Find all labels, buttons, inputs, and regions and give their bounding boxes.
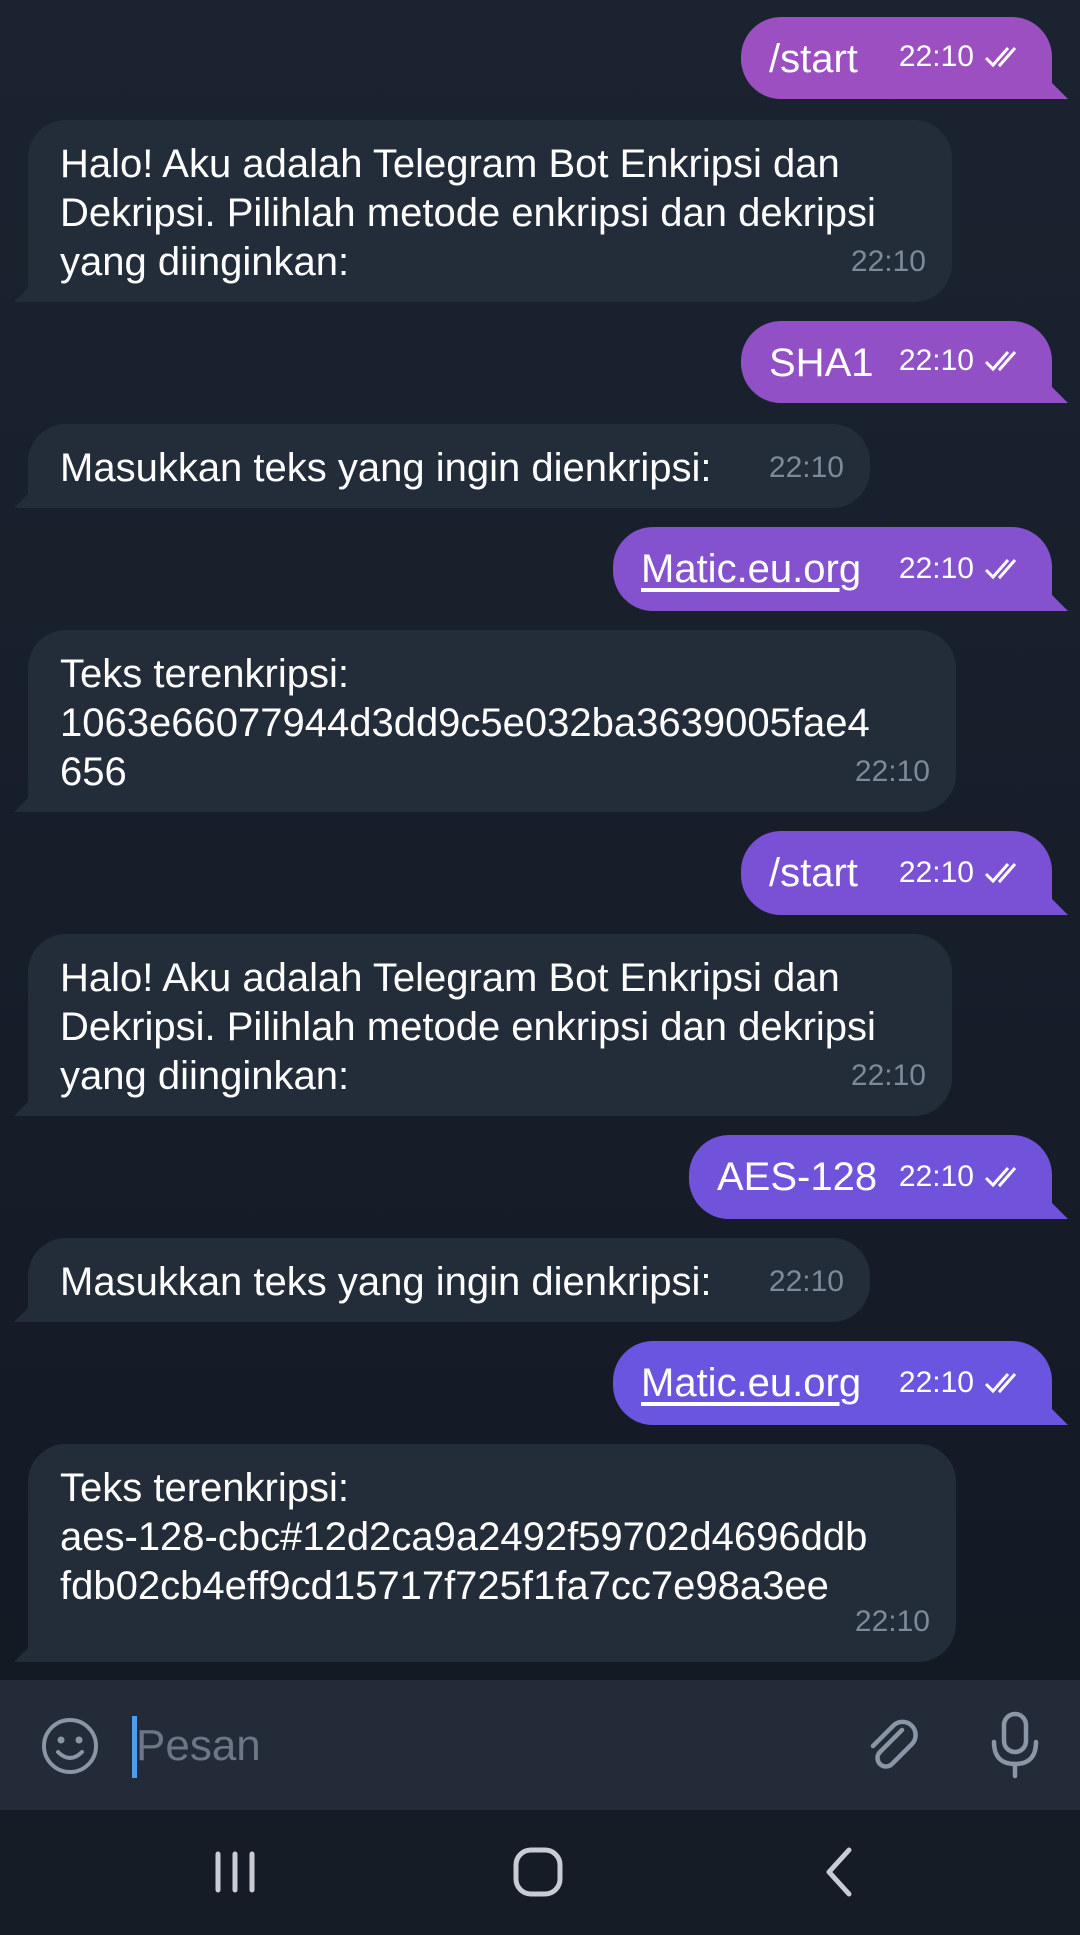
message-meta: 22:10 <box>899 1152 1026 1201</box>
message-incoming[interactable]: Halo! Aku adalah Telegram Bot Enkripsi d… <box>28 120 952 302</box>
message-outgoing[interactable]: SHA1 22:10 <box>741 321 1052 403</box>
message-time: 22:10 <box>854 1605 930 1638</box>
message-time: 22:10 <box>898 552 974 585</box>
message-time: 22:10 <box>854 755 930 788</box>
message-text: Masukkan teks yang ingin dienkripsi: <box>60 1260 712 1304</box>
back-icon[interactable] <box>805 1842 875 1902</box>
message-time: 22:10 <box>898 856 974 889</box>
message-outgoing[interactable]: /start 22:10 <box>741 17 1052 99</box>
message-outgoing[interactable]: Matic.eu.org 22:10 <box>613 1341 1052 1425</box>
message-composer <box>0 1680 1080 1810</box>
paperclip-icon[interactable] <box>862 1714 924 1776</box>
message-text: Masukkan teks yang ingin dienkripsi: <box>60 446 712 490</box>
message-time: 22:10 <box>898 1366 974 1399</box>
message-input[interactable] <box>132 1710 818 1782</box>
emoji-icon[interactable] <box>40 1716 100 1776</box>
message-meta: 22:10 <box>899 336 1026 385</box>
message-incoming[interactable]: Halo! Aku adalah Telegram Bot Enkripsi d… <box>28 934 952 1116</box>
message-time: 22:10 <box>768 451 844 484</box>
message-text: Halo! Aku adalah Telegram Bot Enkripsi d… <box>60 956 876 1098</box>
double-check-icon <box>984 862 1017 883</box>
message-time: 22:10 <box>898 1160 974 1193</box>
double-check-icon <box>984 350 1017 371</box>
message-text: /start <box>769 37 858 81</box>
double-check-icon <box>984 558 1017 579</box>
message-text: AES-128 <box>717 1155 878 1199</box>
recent-apps-icon[interactable] <box>200 1842 270 1902</box>
message-text: Halo! Aku adalah Telegram Bot Enkripsi d… <box>60 142 876 284</box>
system-navigation-bar <box>0 1810 1080 1935</box>
message-text: /start <box>769 851 858 895</box>
message-link[interactable]: Matic.eu.org <box>641 547 861 591</box>
double-check-icon <box>984 1166 1017 1187</box>
message-text: SHA1 <box>769 341 874 385</box>
message-incoming[interactable]: Teks terenkripsi: 1063e66077944d3dd9c5e0… <box>28 630 956 812</box>
microphone-icon[interactable] <box>986 1710 1044 1780</box>
double-check-icon <box>984 1372 1017 1393</box>
message-outgoing[interactable]: Matic.eu.org 22:10 <box>613 527 1052 611</box>
message-text: Teks terenkripsi: 1063e66077944d3dd9c5e0… <box>60 652 870 794</box>
home-icon[interactable] <box>503 1842 573 1902</box>
message-time: 22:10 <box>850 1059 926 1092</box>
message-incoming[interactable]: Masukkan teks yang ingin dienkripsi: 22:… <box>28 424 870 508</box>
message-meta: 22:10 <box>899 32 1026 81</box>
message-meta: 22:10 <box>899 1358 1026 1407</box>
message-link[interactable]: Matic.eu.org <box>641 1361 861 1405</box>
message-time: 22:10 <box>850 245 926 278</box>
double-check-icon <box>984 46 1017 67</box>
message-outgoing[interactable]: AES-128 22:10 <box>689 1135 1052 1219</box>
message-meta: 22:10 <box>899 848 1026 897</box>
message-time: 22:10 <box>768 1265 844 1298</box>
message-incoming[interactable]: Teks terenkripsi: aes-128-cbc#12d2ca9a24… <box>28 1444 956 1662</box>
message-outgoing[interactable]: /start 22:10 <box>741 831 1052 915</box>
message-time: 22:10 <box>898 344 974 377</box>
message-time: 22:10 <box>898 40 974 73</box>
chat-area: /start 22:10 Halo! Aku adalah Telegram B… <box>0 0 1080 1680</box>
message-incoming[interactable]: Masukkan teks yang ingin dienkripsi: 22:… <box>28 1238 870 1322</box>
message-text: Teks terenkripsi: aes-128-cbc#12d2ca9a24… <box>60 1466 868 1608</box>
message-meta: 22:10 <box>899 544 1026 593</box>
